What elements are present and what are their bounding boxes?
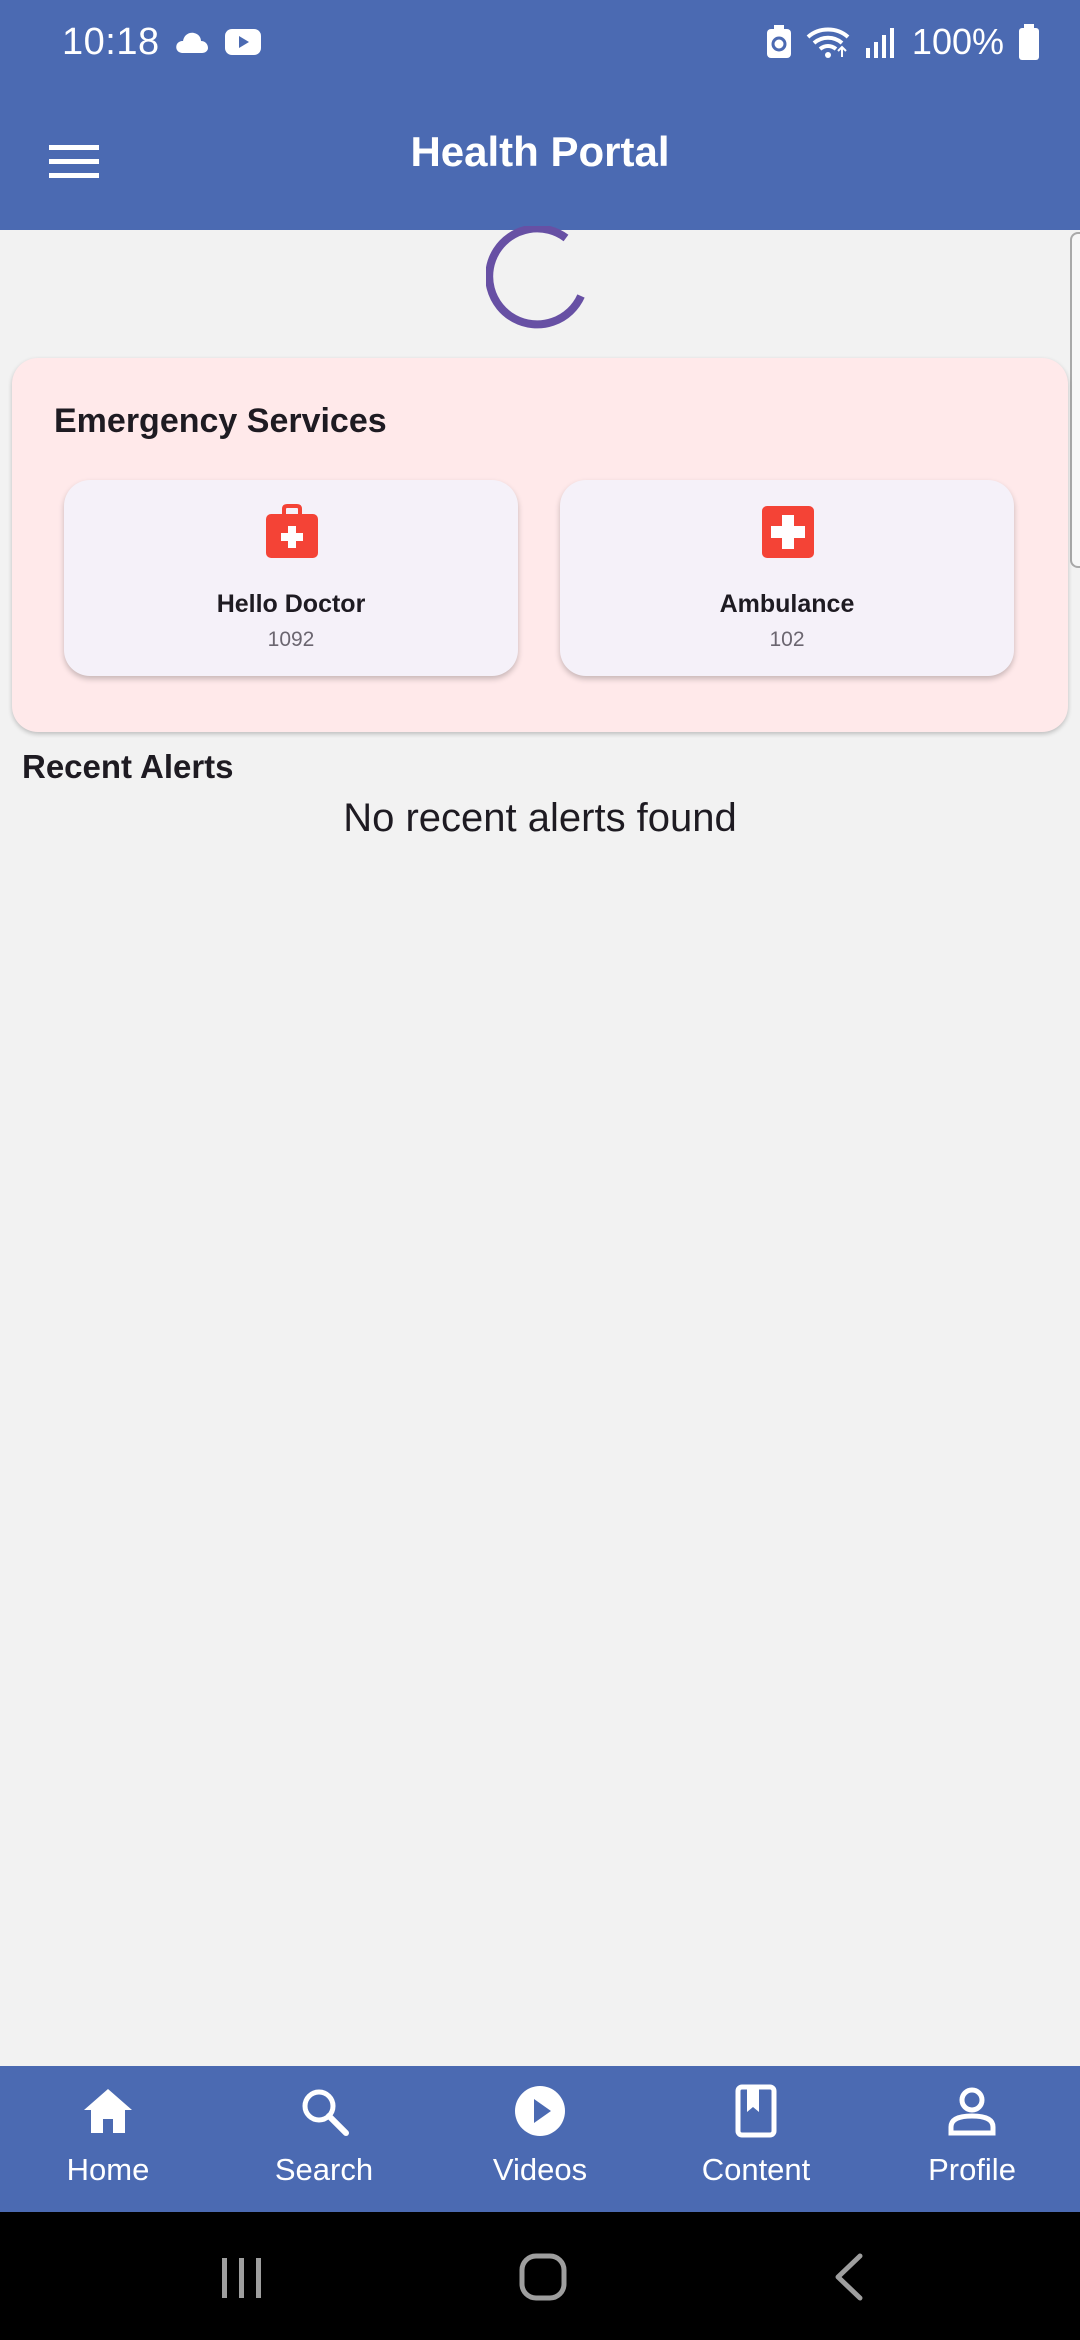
status-left: 10:18 bbox=[62, 21, 262, 64]
nav-item-profile[interactable]: Profile bbox=[864, 2066, 1080, 2212]
nav-item-home[interactable]: Home bbox=[0, 2066, 216, 2212]
medical-bag-icon bbox=[266, 504, 318, 558]
nav-label: Search bbox=[274, 2152, 374, 2187]
service-number: 102 bbox=[769, 628, 805, 651]
nav-label: Videos bbox=[492, 2152, 588, 2187]
home-nav-icon[interactable] bbox=[514, 2252, 574, 2302]
page-title: Health Portal bbox=[410, 128, 670, 175]
recents-icon[interactable] bbox=[212, 2252, 272, 2302]
wifi-icon bbox=[806, 27, 850, 58]
system-nav-bar bbox=[0, 2212, 1080, 2340]
search-icon bbox=[302, 2089, 349, 2136]
person-icon bbox=[948, 2087, 996, 2136]
home-icon bbox=[84, 2089, 132, 2133]
cloud-icon bbox=[175, 32, 208, 53]
status-right: 100% bbox=[766, 21, 1040, 63]
battery-icon bbox=[1019, 24, 1039, 60]
nav-item-content[interactable]: Content bbox=[648, 2066, 864, 2212]
status-bar: 10:18 100% bbox=[0, 0, 1080, 84]
emergency-services-title: Emergency Services bbox=[54, 402, 387, 440]
app-bar: Health Portal bbox=[0, 84, 1080, 230]
service-number: 1092 bbox=[267, 628, 315, 651]
service-name: Hello Doctor bbox=[216, 590, 366, 618]
nav-label: Home bbox=[66, 2152, 150, 2187]
nav-label: Profile bbox=[928, 2152, 1016, 2187]
signal-icon bbox=[865, 28, 894, 58]
loading-spinner bbox=[486, 226, 585, 329]
back-icon[interactable] bbox=[820, 2252, 880, 2302]
nav-label: Content bbox=[701, 2152, 811, 2187]
bottom-nav: Home Search Videos Content Profile bbox=[0, 2066, 1080, 2212]
nav-item-search[interactable]: Search bbox=[216, 2066, 432, 2212]
hello-doctor-card[interactable]: Hello Doctor 1092 bbox=[64, 480, 518, 676]
battery-saver-icon bbox=[766, 25, 791, 58]
youtube-icon bbox=[224, 29, 261, 55]
book-icon bbox=[735, 2084, 777, 2138]
ambulance-card[interactable]: Ambulance 102 bbox=[560, 480, 1014, 676]
battery-percent: 100% bbox=[911, 21, 1004, 62]
recent-alerts-heading: Recent Alerts bbox=[22, 748, 234, 785]
scrollbar[interactable] bbox=[1070, 232, 1080, 568]
service-name: Ambulance bbox=[719, 590, 855, 618]
play-circle-icon bbox=[515, 2086, 565, 2136]
empty-alerts-message: No recent alerts found bbox=[343, 796, 737, 840]
status-time: 10:18 bbox=[62, 20, 160, 63]
medical-cross-icon bbox=[762, 506, 814, 558]
emergency-services-card: Emergency Services Hello Doctor 1092 Amb… bbox=[12, 358, 1068, 732]
nav-item-videos[interactable]: Videos bbox=[432, 2066, 648, 2212]
